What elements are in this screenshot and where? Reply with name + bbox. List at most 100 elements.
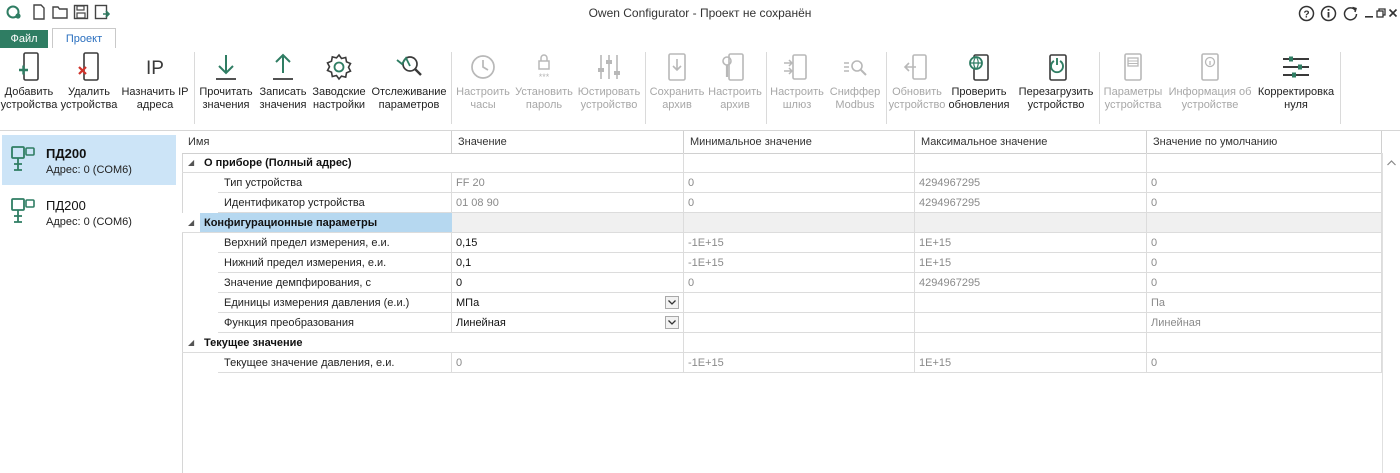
- assign-ip-button[interactable]: IP Назначить IP адреса: [120, 48, 190, 120]
- delete-device-button[interactable]: Удалить устройства: [60, 48, 118, 120]
- info-icon[interactable]: [1320, 4, 1337, 22]
- parameter-max: 1E+15: [915, 353, 1147, 373]
- tab-file[interactable]: Файл: [0, 30, 48, 48]
- download-arrow-icon: [198, 48, 254, 86]
- device-item[interactable]: ПД200 Адрес: 0 (COM6): [2, 187, 176, 237]
- column-header-max[interactable]: Максимальное значение: [915, 131, 1147, 153]
- parameter-value[interactable]: 0,1: [452, 253, 684, 273]
- device-params-icon: [1102, 48, 1164, 86]
- parameter-default: 0: [1147, 253, 1382, 273]
- expand-toggle-icon[interactable]: ◢: [188, 213, 194, 233]
- column-header-value[interactable]: Значение: [452, 131, 684, 153]
- minimize-icon[interactable]: [1364, 4, 1374, 22]
- device-item[interactable]: ПД200 Адрес: 0 (COM6): [2, 135, 176, 185]
- set-password-button[interactable]: *** Установить пароль: [512, 48, 576, 120]
- group-row[interactable]: ◢ Текущее значение: [182, 333, 1382, 353]
- parameter-min: 0: [684, 173, 915, 193]
- save-icon[interactable]: [73, 4, 89, 20]
- grid-header: Имя Значение Минимальное значение Максим…: [182, 131, 1400, 154]
- group-row[interactable]: ◢ Конфигурационные параметры: [182, 213, 1382, 233]
- parameter-row[interactable]: Единицы измерения давления (е.и.) МПа Па: [182, 293, 1382, 313]
- app-logo-icon: [6, 4, 22, 20]
- group-title: О приборе (Полный адрес): [200, 153, 452, 173]
- parameter-row[interactable]: Идентификатор устройства 01 08 90 0 4294…: [182, 193, 1382, 213]
- parameter-value[interactable]: 0,15: [452, 233, 684, 253]
- parameter-min: 0: [684, 273, 915, 293]
- update-icon[interactable]: [1342, 4, 1359, 22]
- check-updates-button[interactable]: Проверить обновления: [946, 48, 1012, 120]
- new-file-icon[interactable]: [32, 4, 46, 20]
- svg-text:***: ***: [539, 72, 550, 82]
- parameter-default: 0: [1147, 353, 1382, 373]
- expand-toggle-icon[interactable]: ◢: [188, 333, 194, 353]
- parameter-default: 0: [1147, 193, 1382, 213]
- chevron-down-icon[interactable]: [665, 296, 679, 309]
- parameter-value[interactable]: 0: [452, 273, 684, 293]
- parameter-min: 0: [684, 193, 915, 213]
- device-info-button[interactable]: Информация об устройстве: [1164, 48, 1256, 120]
- write-values-button[interactable]: Записать значения: [256, 48, 310, 120]
- expand-toggle-icon[interactable]: ◢: [188, 153, 194, 173]
- add-device-button[interactable]: Добавить устройства: [0, 48, 58, 120]
- group-title: Конфигурационные параметры: [200, 213, 452, 233]
- help-icon[interactable]: ?: [1298, 4, 1315, 22]
- track-params-icon: [368, 48, 450, 86]
- adjust-device-button[interactable]: Юстировать устройство: [576, 48, 642, 120]
- close-icon[interactable]: [1388, 4, 1398, 22]
- zero-correction-button[interactable]: Корректировка нуля: [1256, 48, 1336, 120]
- parameter-min: -1E+15: [684, 253, 915, 273]
- save-archive-button[interactable]: Сохранить архив: [648, 48, 706, 120]
- vertical-scrollbar[interactable]: [1382, 153, 1400, 473]
- gateway-icon: [768, 48, 826, 86]
- group-row[interactable]: ◢ О приборе (Полный адрес): [182, 153, 1382, 173]
- parameter-value[interactable]: FF 20: [452, 173, 684, 193]
- parameter-name: Значение демпфирования, с: [218, 273, 452, 293]
- units-dropdown[interactable]: МПа: [452, 293, 684, 313]
- scroll-up-icon[interactable]: [1387, 157, 1396, 169]
- config-gateway-button[interactable]: Настроить шлюз: [768, 48, 826, 120]
- parameter-row[interactable]: Тип устройства FF 20 0 4294967295 0: [182, 173, 1382, 193]
- restore-icon[interactable]: [1376, 4, 1386, 22]
- parameter-row[interactable]: Текущее значение давления, е.и. 0 -1E+15…: [182, 353, 1382, 373]
- reboot-device-button[interactable]: Перезагрузить устройство: [1014, 48, 1098, 120]
- parameter-value[interactable]: 0: [452, 353, 684, 373]
- open-folder-icon[interactable]: [52, 4, 68, 20]
- factory-settings-button[interactable]: Заводские настройки: [310, 48, 368, 120]
- device-params-button[interactable]: Параметры устройства: [1102, 48, 1164, 120]
- parameter-row[interactable]: Нижний предел измерения, е.и. 0,1 -1E+15…: [182, 253, 1382, 273]
- zero-correction-icon: [1256, 48, 1336, 86]
- save-as-icon[interactable]: [94, 4, 110, 20]
- tab-project[interactable]: Проект: [52, 28, 116, 50]
- sliders-icon: [576, 48, 642, 86]
- set-clock-button[interactable]: Настроить часы: [454, 48, 512, 120]
- svg-text:IP: IP: [146, 58, 164, 79]
- ip-icon: IP: [120, 48, 190, 86]
- config-archive-button[interactable]: Настроить архив: [706, 48, 764, 120]
- delete-device-icon: [60, 48, 118, 86]
- ribbon-separator: [645, 52, 646, 124]
- function-dropdown[interactable]: Линейная: [452, 313, 684, 333]
- ribbon-separator: [1340, 52, 1341, 124]
- parameter-row[interactable]: Значение демпфирования, с 0 0 4294967295…: [182, 273, 1382, 293]
- parameter-max: [915, 293, 1147, 313]
- column-header-min[interactable]: Минимальное значение: [684, 131, 915, 153]
- gear-icon: [310, 48, 368, 86]
- parameter-min: [684, 313, 915, 333]
- parameter-row[interactable]: Верхний предел измерения, е.и. 0,15 -1E+…: [182, 233, 1382, 253]
- column-header-default[interactable]: Значение по умолчанию: [1147, 131, 1382, 153]
- track-params-button[interactable]: Отслеживание параметров: [368, 48, 450, 120]
- update-device-button[interactable]: Обновить устройство: [888, 48, 946, 120]
- read-values-button[interactable]: Прочитать значения: [198, 48, 254, 120]
- parameter-row[interactable]: Функция преобразования Линейная Линейная: [182, 313, 1382, 333]
- parameter-name: Тип устройства: [218, 173, 452, 193]
- modbus-sniffer-button[interactable]: Сниффер Modbus: [826, 48, 884, 120]
- parameter-default: Линейная: [1147, 313, 1382, 333]
- column-header-name[interactable]: Имя: [182, 131, 452, 153]
- clock-icon: [454, 48, 512, 86]
- chevron-down-icon[interactable]: [665, 316, 679, 329]
- network-device-icon: [10, 197, 36, 230]
- parameter-value[interactable]: 01 08 90: [452, 193, 684, 213]
- upload-arrow-icon: [256, 48, 310, 86]
- ribbon-separator: [194, 52, 195, 124]
- parameter-name: Единицы измерения давления (е.и.): [218, 293, 452, 313]
